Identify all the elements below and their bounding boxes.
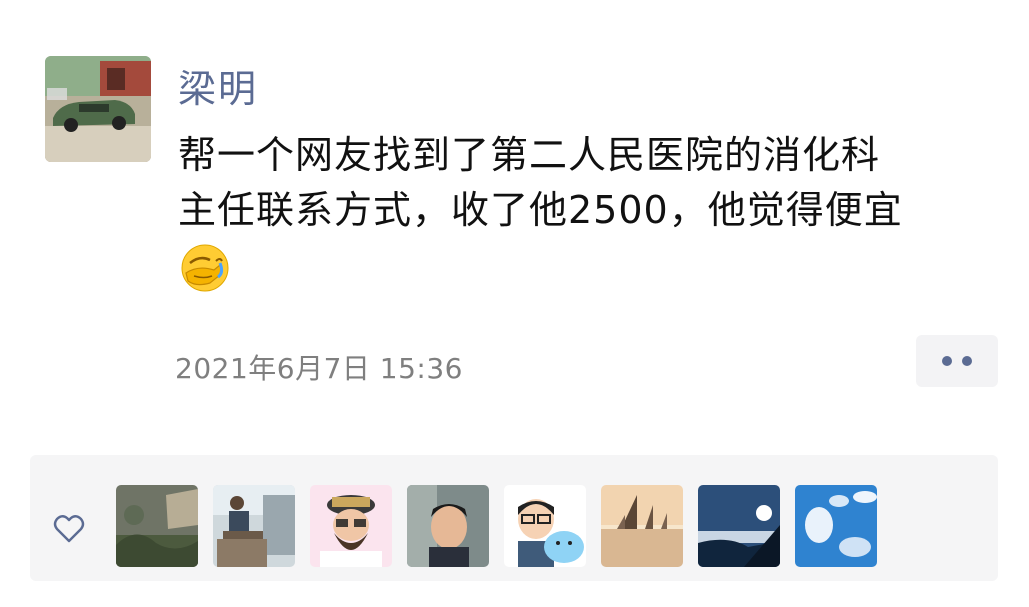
author-name[interactable]: 梁明 [178, 64, 258, 114]
liker-avatar-1[interactable] [116, 485, 198, 567]
post-text: 帮一个网友找到了第二人民医院的消化科 主任联系方式，收了他2500，他觉得便宜 [178, 133, 903, 232]
liker-avatar-3[interactable] [310, 485, 392, 567]
heart-outline-icon [52, 512, 86, 546]
two-dots-more-icon [962, 356, 972, 366]
liker-avatar-7[interactable] [698, 485, 780, 567]
author-avatar[interactable] [45, 56, 151, 162]
liker-avatar-8[interactable] [795, 485, 877, 567]
liker-avatar-4[interactable] [407, 485, 489, 567]
more-actions-button[interactable] [916, 335, 998, 387]
post-timestamp: 2021年6月7日 15:36 [175, 352, 463, 385]
face-palm-crying-emoji [180, 243, 230, 293]
two-dots-more-icon [942, 356, 952, 366]
liker-avatar-2[interactable] [213, 485, 295, 567]
likes-panel [30, 455, 998, 581]
liker-avatar-5[interactable] [504, 485, 586, 567]
liker-avatar-6[interactable] [601, 485, 683, 567]
